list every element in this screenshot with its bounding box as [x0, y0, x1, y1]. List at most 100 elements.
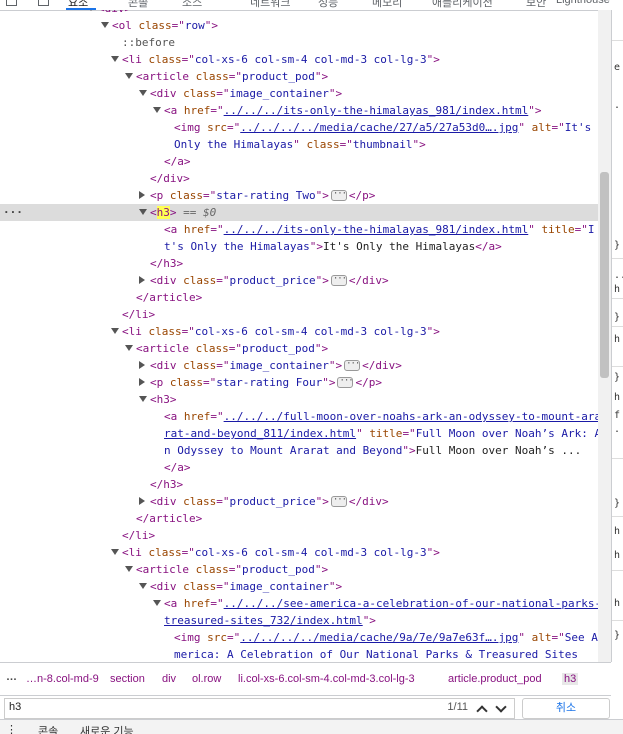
dom-node-line[interactable]: <a href="../../../full-moon-over-noahs-a… — [0, 408, 598, 425]
dom-node-line[interactable]: <p class="star-rating Two"> </p> — [0, 186, 598, 204]
expand-triangle-icon[interactable] — [139, 361, 145, 369]
tab-8[interactable]: 보안 — [526, 0, 546, 10]
dom-node-line[interactable]: t's Only the Himalayas">It's Only the Hi… — [0, 238, 598, 255]
dom-node-line[interactable]: <p class="star-rating Four"> </p> — [0, 373, 598, 391]
search-previous-button[interactable] — [475, 702, 489, 717]
collapse-triangle-icon[interactable] — [125, 73, 133, 79]
expand-triangle-icon[interactable] — [139, 276, 145, 284]
collapsed-content-icon[interactable] — [344, 356, 361, 373]
dom-node-line[interactable]: </div> — [0, 170, 598, 187]
tab-5[interactable]: 성능 — [318, 0, 338, 10]
search-input[interactable]: h3 1/11 — [4, 698, 515, 719]
more-options-icon[interactable]: … — [6, 671, 17, 683]
breadcrumb-item[interactable]: ol.row — [192, 673, 221, 685]
dom-node-line[interactable]: Only the Himalayas" class="thumbnail"> — [0, 136, 598, 153]
device-toolbar-icon[interactable] — [38, 0, 49, 6]
dom-node-line[interactable]: <div class="image_container"> </div> — [0, 356, 598, 374]
collapsed-content-icon[interactable] — [337, 373, 354, 390]
dom-node-line[interactable]: </h3> — [0, 476, 598, 493]
attribute-link[interactable]: ../../../its-only-the-himalayas_981/inde… — [224, 223, 529, 236]
breadcrumb-item[interactable]: div — [162, 673, 176, 685]
scrollbar-thumb[interactable] — [600, 172, 609, 378]
dom-node-line[interactable]: <a href="../../../see-america-a-celebrat… — [0, 595, 598, 612]
dom-node-line[interactable]: <div class="image_container"> — [0, 85, 598, 102]
expand-triangle-icon[interactable] — [139, 378, 145, 386]
collapse-triangle-icon[interactable] — [139, 209, 147, 215]
dom-node-line[interactable]: <div class="product_price"> </div> — [0, 492, 598, 510]
dom-node-line[interactable]: </h3> — [0, 255, 598, 272]
collapse-triangle-icon[interactable] — [111, 328, 119, 334]
dom-node-line[interactable]: merica: A Celebration of Our National Pa… — [0, 646, 598, 662]
dom-node-line[interactable]: treasured-sites_732/index.html"> — [0, 612, 598, 629]
breadcrumb-item[interactable]: article.product_pod — [448, 673, 542, 685]
dom-node-line[interactable]: <a href="../../../its-only-the-himalayas… — [0, 102, 598, 119]
attribute-link[interactable]: ../../../../media/cache/27/a5/27a53d0….j… — [240, 121, 518, 134]
dom-node-line[interactable]: rat-and-beyond_811/index.html" title="Fu… — [0, 425, 598, 442]
collapsed-content-icon[interactable] — [330, 186, 347, 203]
tab-3[interactable]: 소스 — [182, 0, 202, 10]
dom-tree[interactable]: <div><ol class="row">::before<li class="… — [0, 10, 598, 662]
dom-node-line[interactable]: <div class="product_price"> </div> — [0, 271, 598, 289]
collapse-triangle-icon[interactable] — [101, 22, 109, 28]
collapse-triangle-icon[interactable] — [139, 396, 147, 402]
dom-node-line[interactable]: </a> — [0, 459, 598, 476]
collapse-triangle-icon[interactable] — [139, 583, 147, 589]
dom-node-line[interactable]: </li> — [0, 306, 598, 323]
attribute-link[interactable]: ../../../see-america-a-celebration-of-ou… — [224, 597, 598, 610]
drawer-tab[interactable]: 콘솔 — [38, 723, 58, 734]
tab-4[interactable]: 네트워크 — [250, 0, 290, 10]
attribute-link[interactable]: ../../../full-moon-over-noahs-ark-an-ody… — [224, 410, 598, 423]
expand-triangle-icon[interactable] — [139, 497, 145, 505]
tab-7[interactable]: 애플리케이션 — [432, 0, 493, 10]
dom-node-line[interactable]: </a> — [0, 153, 598, 170]
breadcrumb-item[interactable]: …n-8.col-md-9 — [26, 673, 99, 685]
dom-tree-scrollbar[interactable] — [598, 10, 611, 662]
collapse-triangle-icon[interactable] — [87, 10, 95, 11]
dom-node-line[interactable]: </li> — [0, 527, 598, 544]
dom-node-line[interactable]: n Odyssey to Mount Ararat and Beyond">Fu… — [0, 442, 598, 459]
attribute-link[interactable]: ../../../../media/cache/9a/7e/9a7e63f….j… — [240, 631, 518, 644]
collapse-triangle-icon[interactable] — [153, 600, 161, 606]
dom-node-line[interactable]: <li class="col-xs-6 col-sm-4 col-md-3 co… — [0, 323, 598, 340]
breadcrumb-item[interactable]: section — [110, 673, 145, 685]
dom-node-line[interactable]: <article class="product_pod"> — [0, 561, 598, 578]
inspect-icon[interactable] — [6, 0, 17, 6]
dom-node-line[interactable]: <img src="../../../../media/cache/9a/7e/… — [0, 629, 598, 646]
dom-node-line[interactable]: </article> — [0, 510, 598, 527]
dom-node-line[interactable]: <img src="../../../../media/cache/27/a5/… — [0, 119, 598, 136]
expand-triangle-icon[interactable] — [139, 191, 145, 199]
collapse-triangle-icon[interactable] — [125, 566, 133, 572]
dom-node-line[interactable]: <h3> — [0, 391, 598, 408]
dom-node-line[interactable]: <li class="col-xs-6 col-sm-4 col-md-3 co… — [0, 51, 598, 68]
collapse-triangle-icon[interactable] — [153, 107, 161, 113]
attribute-link[interactable]: treasured-sites_732/index.html — [164, 614, 363, 627]
dom-node-line[interactable]: <article class="product_pod"> — [0, 68, 598, 85]
collapsed-content-icon[interactable] — [330, 492, 347, 509]
node-menu-icon[interactable]: ··· — [3, 204, 23, 221]
search-next-button[interactable] — [494, 701, 508, 716]
dom-node-line[interactable]: <a href="../../../its-only-the-himalayas… — [0, 221, 598, 238]
dom-node-line[interactable]: <article class="product_pod"> — [0, 340, 598, 357]
breadcrumb-item[interactable]: h3 — [562, 673, 579, 685]
dom-node-line[interactable]: </article> — [0, 289, 598, 306]
collapse-triangle-icon[interactable] — [111, 56, 119, 62]
collapsed-content-icon[interactable] — [330, 271, 347, 288]
cancel-button[interactable]: 취소 — [522, 698, 610, 719]
drawer-menu-icon[interactable]: ⋮ — [6, 723, 17, 734]
dom-node-line[interactable]: <ol class="row"> — [0, 17, 598, 34]
dom-node-line[interactable]: <li class="col-xs-6 col-sm-4 col-md-3 co… — [0, 544, 598, 561]
selected-dom-node[interactable]: ··· <h3> == $0 — [0, 204, 598, 221]
dom-node-line[interactable]: <div> — [0, 10, 598, 17]
drawer-tab[interactable]: 새로운 기능 — [80, 723, 134, 734]
attribute-link[interactable]: rat-and-beyond_811/index.html — [164, 427, 356, 440]
collapse-triangle-icon[interactable] — [139, 90, 147, 96]
tab-6[interactable]: 메모리 — [372, 0, 402, 10]
breadcrumb-item[interactable]: li.col-xs-6.col-sm-4.col-md-3.col-lg-3 — [238, 673, 415, 685]
dom-node-line[interactable]: ::before — [0, 34, 598, 51]
tab-9[interactable]: Lighthouse — [556, 0, 610, 6]
collapse-triangle-icon[interactable] — [111, 549, 119, 555]
dom-node-line[interactable]: <div class="image_container"> — [0, 578, 598, 595]
tab-2[interactable]: 콘솔 — [128, 0, 148, 10]
attribute-link[interactable]: ../../../its-only-the-himalayas_981/inde… — [224, 104, 529, 117]
collapse-triangle-icon[interactable] — [125, 345, 133, 351]
